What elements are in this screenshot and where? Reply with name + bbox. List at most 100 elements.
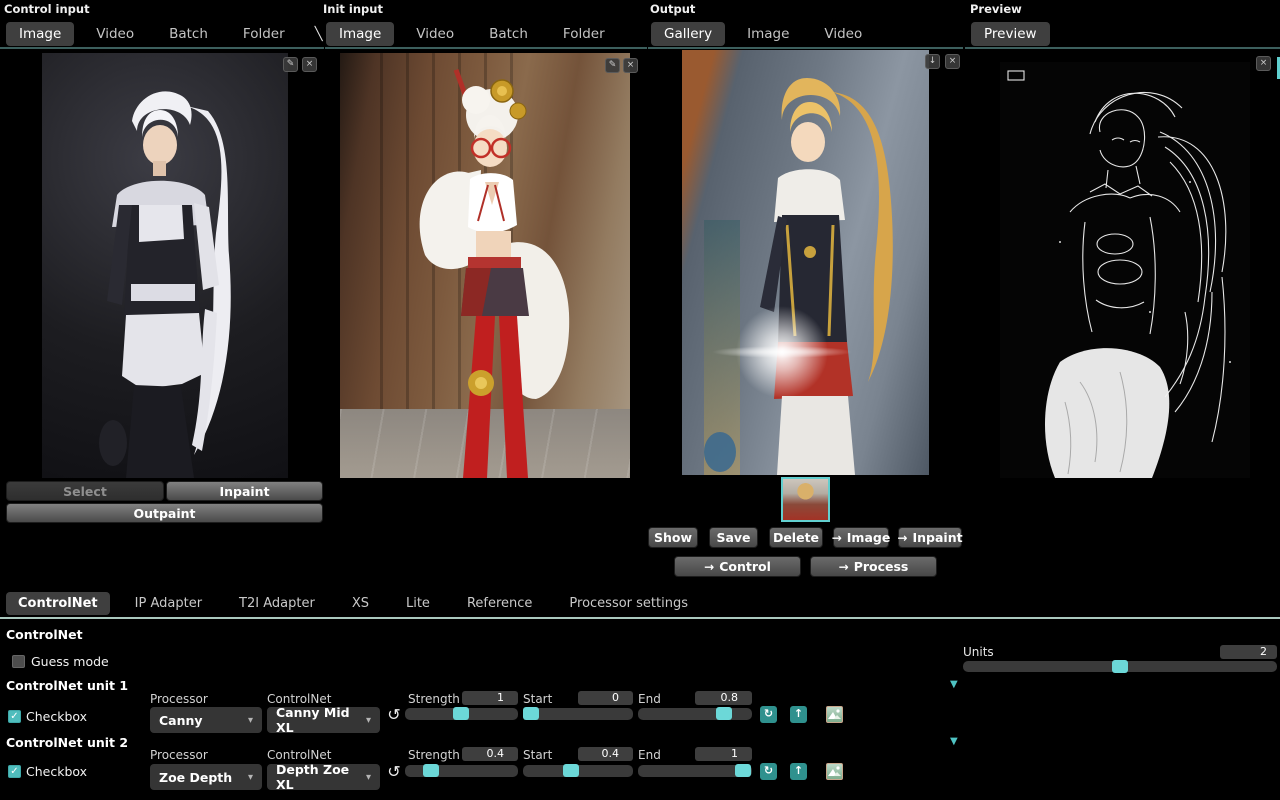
gallery-thumbnail[interactable] xyxy=(781,477,830,522)
tab-control-folder[interactable]: Folder xyxy=(230,22,298,46)
unit1-refresh-button[interactable]: ↻ xyxy=(760,706,777,723)
send-to-control-button[interactable]: →Control xyxy=(674,556,801,577)
tab-t2i-adapter[interactable]: T2I Adapter xyxy=(227,592,327,615)
output-close-button[interactable]: × xyxy=(945,54,960,69)
bottom-tab-underline xyxy=(0,617,1280,619)
unit1-strength-value[interactable]: 1 xyxy=(462,691,518,705)
tab-output-gallery[interactable]: Gallery xyxy=(651,22,725,46)
outpaint-button[interactable]: Outpaint xyxy=(6,503,323,523)
unit2-reset-button[interactable]: ↺ xyxy=(385,763,403,781)
tab-ip-adapter[interactable]: IP Adapter xyxy=(123,592,214,615)
unit2-image-button[interactable] xyxy=(826,763,843,780)
unit1-enabled-checkbox[interactable]: ✓ xyxy=(8,710,21,723)
output-gallery-image[interactable] xyxy=(682,50,929,475)
unit2-end-slider[interactable] xyxy=(638,765,752,777)
tab-lite[interactable]: Lite xyxy=(394,592,442,615)
tab-xs[interactable]: XS xyxy=(340,592,381,615)
check-icon: ✓ xyxy=(10,766,18,777)
unit2-end-handle[interactable] xyxy=(735,764,751,777)
init-close-button[interactable]: × xyxy=(623,58,638,73)
image-icon xyxy=(827,707,842,722)
unit1-image-button[interactable] xyxy=(826,706,843,723)
unit1-start-slider[interactable] xyxy=(523,708,633,720)
init-tab-underline xyxy=(325,47,647,49)
unit1-reset-button[interactable]: ↺ xyxy=(385,706,403,724)
unit1-collapse-icon[interactable]: ▼ xyxy=(950,679,958,690)
unit1-strength-handle[interactable] xyxy=(453,707,469,720)
edit-icon: ✎ xyxy=(609,60,617,70)
unit2-model-label: ControlNet xyxy=(267,748,331,762)
unit1-checkbox-label: Checkbox xyxy=(26,709,87,724)
tab-init-batch[interactable]: Batch xyxy=(476,22,541,46)
unit2-upload-button[interactable]: ↑ xyxy=(790,763,807,780)
unit1-end-value[interactable]: 0.8 xyxy=(695,691,752,705)
arrow-right-icon: → xyxy=(839,560,849,574)
output-label: Output xyxy=(650,2,695,16)
unit2-model-dropdown[interactable]: Depth Zoe XL▾ xyxy=(267,764,380,790)
tab-control-image[interactable]: Image xyxy=(6,22,74,46)
init-edit-button[interactable]: ✎ xyxy=(605,58,620,73)
unit1-processor-dropdown[interactable]: Canny▾ xyxy=(150,707,262,733)
tab-init-folder[interactable]: Folder xyxy=(550,22,618,46)
send-to-inpaint-button[interactable]: →Inpaint xyxy=(898,527,962,548)
init-input-image[interactable] xyxy=(340,53,630,478)
check-icon: ✓ xyxy=(10,711,18,722)
unit1-start-handle[interactable] xyxy=(523,707,539,720)
unit2-processor-dropdown[interactable]: Zoe Depth▾ xyxy=(150,764,262,790)
tab-output-video[interactable]: Video xyxy=(811,22,875,46)
tab-preview[interactable]: Preview xyxy=(971,22,1050,46)
tab-control-video[interactable]: Video xyxy=(83,22,147,46)
unit1-strength-label: Strength xyxy=(408,692,460,706)
control-input-label: Control input xyxy=(4,2,90,16)
unit2-start-slider[interactable] xyxy=(523,765,633,777)
send-to-image-button[interactable]: →Image xyxy=(833,527,889,548)
unit2-start-handle[interactable] xyxy=(563,764,579,777)
unit2-strength-handle[interactable] xyxy=(423,764,439,777)
tab-controlnet[interactable]: ControlNet xyxy=(6,592,110,615)
units-value[interactable]: 2 xyxy=(1220,645,1277,659)
edit-icon: ✎ xyxy=(287,59,295,69)
unit2-strength-slider[interactable] xyxy=(405,765,518,777)
refresh-icon: ↻ xyxy=(764,707,773,720)
unit1-model-dropdown[interactable]: Canny Mid XL▾ xyxy=(267,707,380,733)
units-label: Units xyxy=(963,645,994,659)
tab-init-image[interactable]: Image xyxy=(326,22,394,46)
brush-icon[interactable]: ╲ xyxy=(311,27,327,42)
unit2-strength-value[interactable]: 0.4 xyxy=(462,747,518,761)
tab-reference[interactable]: Reference xyxy=(455,592,544,615)
preview-art xyxy=(1000,62,1250,478)
unit1-model-label: ControlNet xyxy=(267,692,331,706)
select-button[interactable]: Select xyxy=(6,481,164,501)
units-slider-handle[interactable] xyxy=(1112,660,1128,673)
unit1-end-slider[interactable] xyxy=(638,708,752,720)
unit1-strength-slider[interactable] xyxy=(405,708,518,720)
preview-close-button[interactable]: × xyxy=(1256,56,1271,71)
unit2-start-value[interactable]: 0.4 xyxy=(578,747,633,761)
unit1-upload-button[interactable]: ↑ xyxy=(790,706,807,723)
output-download-button[interactable]: ↓ xyxy=(925,54,940,69)
unit1-end-label: End xyxy=(638,692,661,706)
tab-processor-settings[interactable]: Processor settings xyxy=(557,592,700,615)
unit1-start-value[interactable]: 0 xyxy=(578,691,633,705)
inpaint-button[interactable]: Inpaint xyxy=(166,481,323,501)
save-button[interactable]: Save xyxy=(709,527,758,548)
unit2-refresh-button[interactable]: ↻ xyxy=(760,763,777,780)
bottom-tab-bar: ControlNet IP Adapter T2I Adapter XS Lit… xyxy=(6,590,700,616)
unit2-strength-label: Strength xyxy=(408,748,460,762)
guess-mode-checkbox[interactable] xyxy=(12,655,25,668)
units-slider[interactable] xyxy=(963,661,1277,672)
unit1-end-handle[interactable] xyxy=(716,707,732,720)
delete-button[interactable]: Delete xyxy=(769,527,823,548)
unit2-collapse-icon[interactable]: ▼ xyxy=(950,736,958,747)
control-close-button[interactable]: × xyxy=(302,57,317,72)
arrow-right-icon: → xyxy=(897,531,907,545)
tab-init-video[interactable]: Video xyxy=(403,22,467,46)
show-button[interactable]: Show xyxy=(648,527,698,548)
unit2-enabled-checkbox[interactable]: ✓ xyxy=(8,765,21,778)
tab-output-image[interactable]: Image xyxy=(734,22,802,46)
control-input-image[interactable] xyxy=(42,53,288,478)
send-to-process-button[interactable]: →Process xyxy=(810,556,937,577)
tab-control-batch[interactable]: Batch xyxy=(156,22,221,46)
control-edit-button[interactable]: ✎ xyxy=(283,57,298,72)
unit2-end-value[interactable]: 1 xyxy=(695,747,752,761)
